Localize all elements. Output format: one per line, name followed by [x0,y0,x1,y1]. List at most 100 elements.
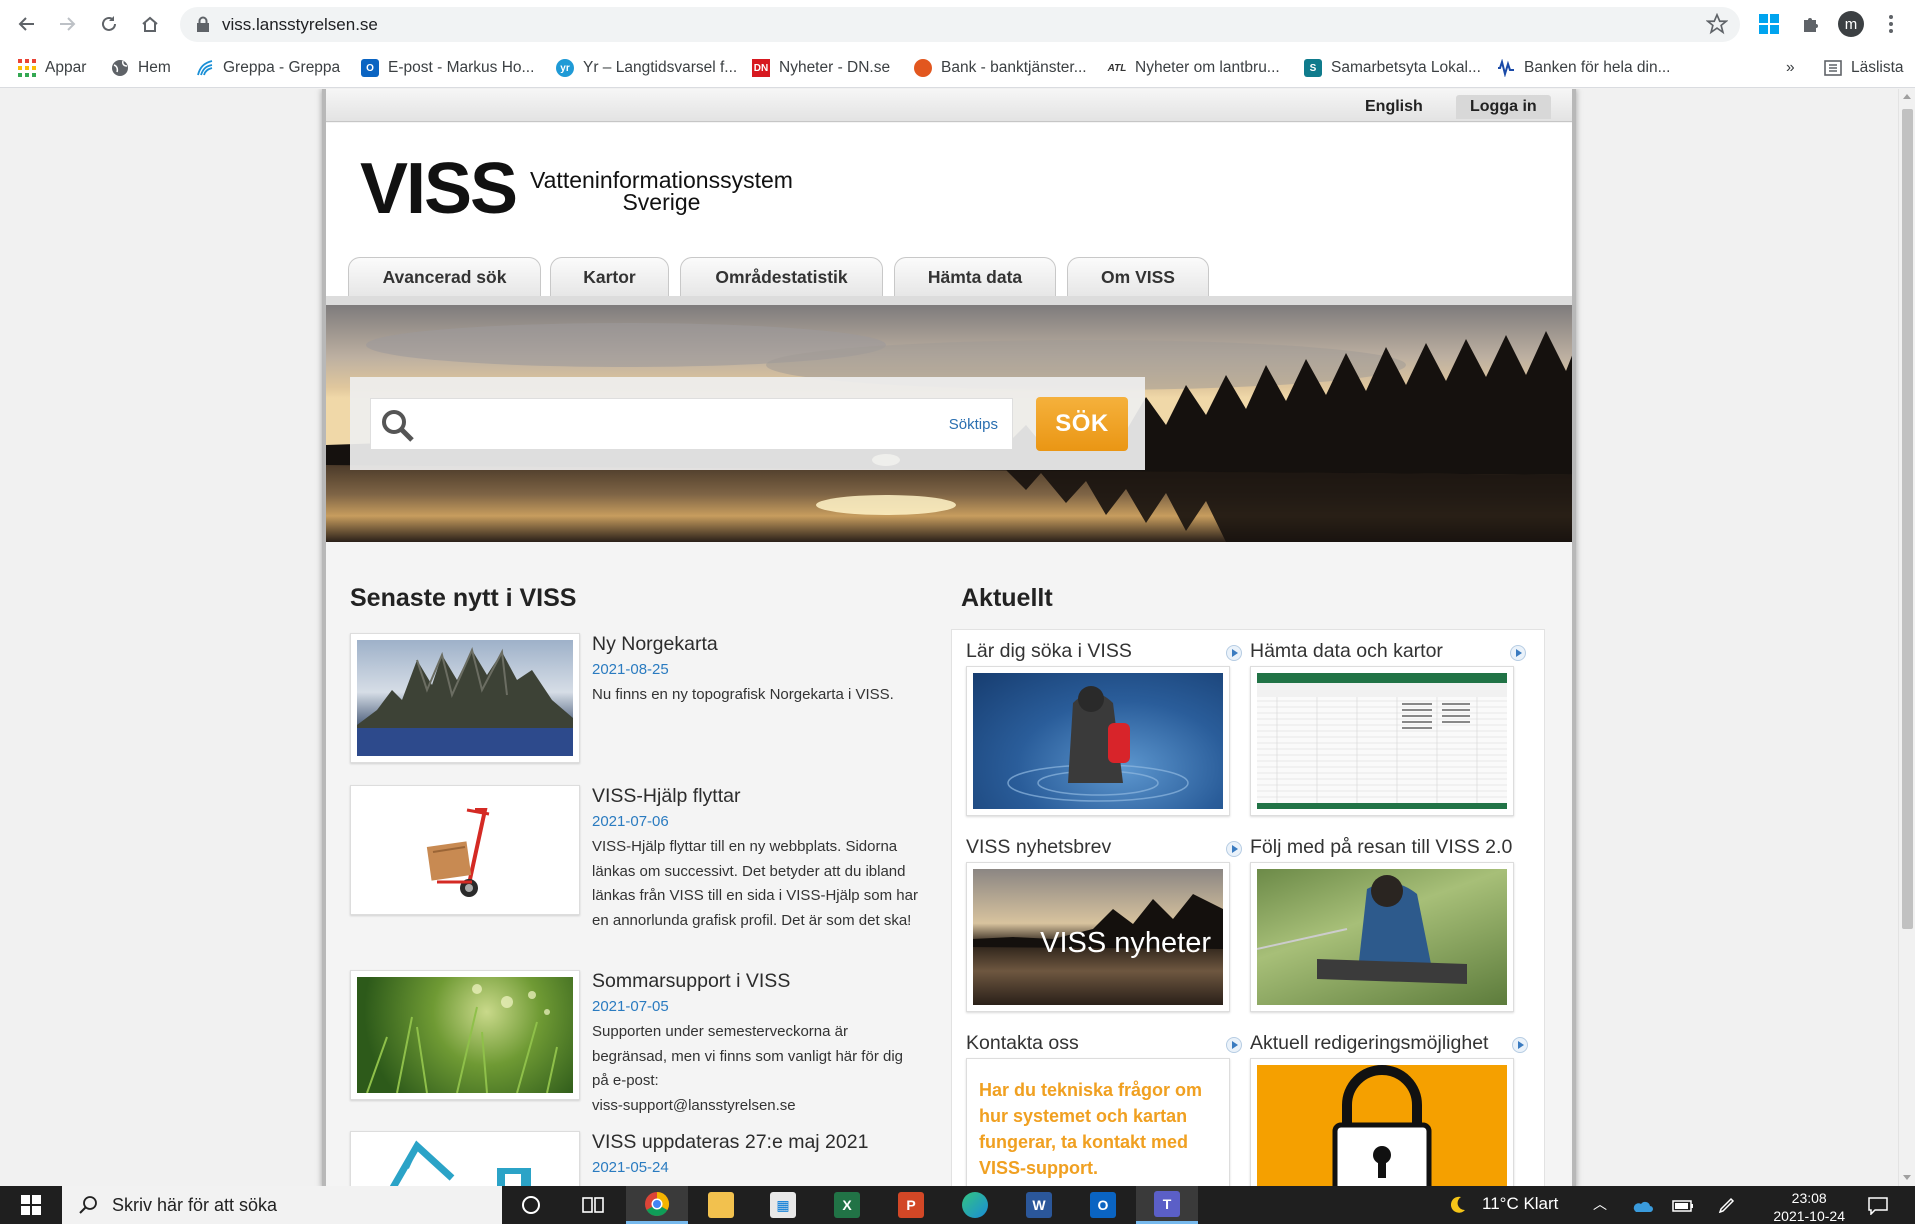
news-title[interactable]: VISS-Hjälp flyttar [592,785,740,808]
news-date: 2021-07-05 [592,998,669,1015]
card-image[interactable] [1250,666,1514,816]
page-scrollbar[interactable] [1898,89,1915,1186]
dn-icon: DN [752,59,770,77]
bookmark-yr[interactable]: yr Yr – Langtidsvarsel f... [556,56,737,80]
tab-hamta-data[interactable]: Hämta data [894,257,1056,297]
news-item[interactable]: Ny Norgekarta 2021-08-25 Nu finns en ny … [350,633,920,773]
battery-icon[interactable] [1672,1199,1694,1213]
card-image[interactable]: VISS nyheter [966,862,1230,1012]
news-title[interactable]: Sommarsupport i VISS [592,970,790,993]
search-tips-link[interactable]: Söktips [949,416,998,433]
file-explorer-button[interactable] [690,1186,752,1224]
bookmark-samarbetsyta[interactable]: S Samarbetsyta Lokal... [1304,56,1481,80]
news-title[interactable]: VISS uppdateras 27:e maj 2021 [592,1131,868,1154]
bookmark-bank[interactable]: Bank - banktjänster... [914,56,1087,80]
bookmark-star-icon[interactable] [1706,13,1728,35]
news-item[interactable]: Sommarsupport i VISS 2021-07-05 Supporte… [350,970,920,1120]
notification-icon[interactable] [1868,1197,1888,1215]
teams-button[interactable]: T [1136,1186,1198,1224]
store-button[interactable]: ▦ [752,1186,814,1224]
forward-button[interactable] [52,9,82,39]
windows-extension-button[interactable] [1754,9,1784,39]
outlook-button[interactable]: O [1072,1186,1134,1224]
tab-om-viss[interactable]: Om VISS [1067,257,1209,297]
atl-icon: ATL [1107,62,1127,74]
news-thumbnail[interactable] [350,1131,580,1186]
bookmark-atl[interactable]: ATL Nyheter om lantbru... [1108,56,1280,80]
card-title[interactable]: Kontakta oss [966,1032,1079,1055]
scroll-down-arrow-icon[interactable] [1903,1175,1911,1180]
onedrive-cloud-icon[interactable] [1631,1199,1653,1213]
card-title[interactable]: Hämta data och kartor [1250,640,1443,663]
card-folj-med-viss-2[interactable]: Följ med på resan till VISS 2.0 [1250,836,1520,1016]
bookmark-hem[interactable]: Hem [111,56,171,80]
powerpoint-button[interactable]: P [880,1186,942,1224]
menu-button[interactable] [1876,9,1906,39]
tab-kartor[interactable]: Kartor [550,257,669,297]
bookmark-greppa[interactable]: Greppa - Greppa [196,56,340,80]
task-view-button[interactable] [562,1186,624,1224]
card-kontakta-oss[interactable]: Kontakta oss Har du tekniska frågor om h… [966,1032,1242,1186]
edge-button[interactable] [944,1186,1006,1224]
profile-button[interactable]: m [1836,9,1866,39]
pen-icon[interactable] [1718,1196,1736,1214]
system-clock[interactable]: 23:08 2021-10-24 [1773,1189,1845,1224]
address-bar[interactable]: viss.lansstyrelsen.se [180,7,1740,42]
card-image[interactable] [1250,1058,1514,1186]
login-link[interactable]: Logga in [1456,95,1551,119]
card-title[interactable]: Aktuell redigeringsmöjlighet [1250,1032,1488,1055]
arrow-right-icon[interactable] [1226,645,1242,661]
card-hamta-data-och-kartor[interactable]: Hämta data och kartor [1250,640,1526,820]
tray-chevron-up-icon[interactable]: ︿ [1593,1194,1607,1214]
bank-icon [914,59,932,77]
tab-avancerad-sok[interactable]: Avancerad sök [348,257,541,297]
reading-list-button[interactable]: Läslista [1824,56,1904,80]
word-button[interactable]: W [1008,1186,1070,1224]
card-image[interactable]: Har du tekniska frågor om hur systemet o… [966,1058,1230,1186]
card-title[interactable]: Följ med på resan till VISS 2.0 [1250,836,1512,859]
scrollbar-thumb[interactable] [1902,109,1913,929]
bookmark-apps[interactable]: Appar [18,56,86,80]
powerpoint-icon: P [898,1192,924,1218]
card-image[interactable] [966,666,1230,816]
chrome-taskbar-button[interactable] [626,1186,688,1224]
back-button[interactable] [12,9,42,39]
weather-text[interactable]: 11°C Klart [1482,1194,1558,1214]
card-lar-dig-soka[interactable]: Lär dig söka i VISS [966,640,1242,820]
card-image[interactable] [1250,862,1514,1012]
news-thumbnail[interactable] [350,785,580,915]
news-thumbnail[interactable] [350,633,580,763]
bookmarks-overflow-button[interactable]: » [1786,56,1795,80]
news-item[interactable]: VISS-Hjälp flyttar 2021-07-06 VISS-Hjälp… [350,785,920,935]
news-item[interactable]: VISS uppdateras 27:e maj 2021 2021-05-24 [350,1131,920,1186]
news-title[interactable]: Ny Norgekarta [592,633,718,656]
card-title[interactable]: VISS nyhetsbrev [966,836,1111,859]
bookmark-banken[interactable]: Banken för hela din... [1497,56,1671,80]
arrow-right-icon[interactable] [1510,645,1526,661]
english-link[interactable]: English [1351,95,1437,119]
card-viss-nyhetsbrev[interactable]: VISS nyhetsbrev VISS nyheter [966,836,1242,1016]
extensions-button[interactable] [1796,9,1826,39]
viss-logo[interactable]: VISS [360,153,518,225]
excel-button[interactable]: X [816,1186,878,1224]
bookmark-dn[interactable]: DN Nyheter - DN.se [752,56,890,80]
arrow-right-icon[interactable] [1226,841,1242,857]
search-button[interactable]: SÖK [1036,397,1128,451]
taskbar-search-input[interactable]: Skriv här för att söka [62,1186,502,1224]
news-thumbnail[interactable] [350,970,580,1100]
excavator-image [389,1140,531,1186]
scroll-up-arrow-icon[interactable] [1903,94,1911,99]
tab-omradestatistik[interactable]: Områdestatistik [680,257,883,297]
search-input[interactable]: Söktips [370,398,1013,450]
bookmark-epost[interactable]: O E-post - Markus Ho... [361,56,534,80]
arrow-right-icon[interactable] [1226,1037,1242,1053]
arrow-right-icon[interactable] [1512,1037,1528,1053]
support-email-link[interactable]: viss-support@lansstyrelsen.se [592,1097,796,1114]
home-button[interactable] [135,9,165,39]
card-title[interactable]: Lär dig söka i VISS [966,640,1132,663]
card-aktuell-redigeringsmojlighet[interactable]: Aktuell redigeringsmöjlighet [1250,1032,1528,1186]
start-button[interactable] [0,1186,62,1224]
reload-button[interactable] [94,9,124,39]
store-bag-icon: ▦ [770,1192,796,1218]
cortana-button[interactable] [500,1186,562,1224]
